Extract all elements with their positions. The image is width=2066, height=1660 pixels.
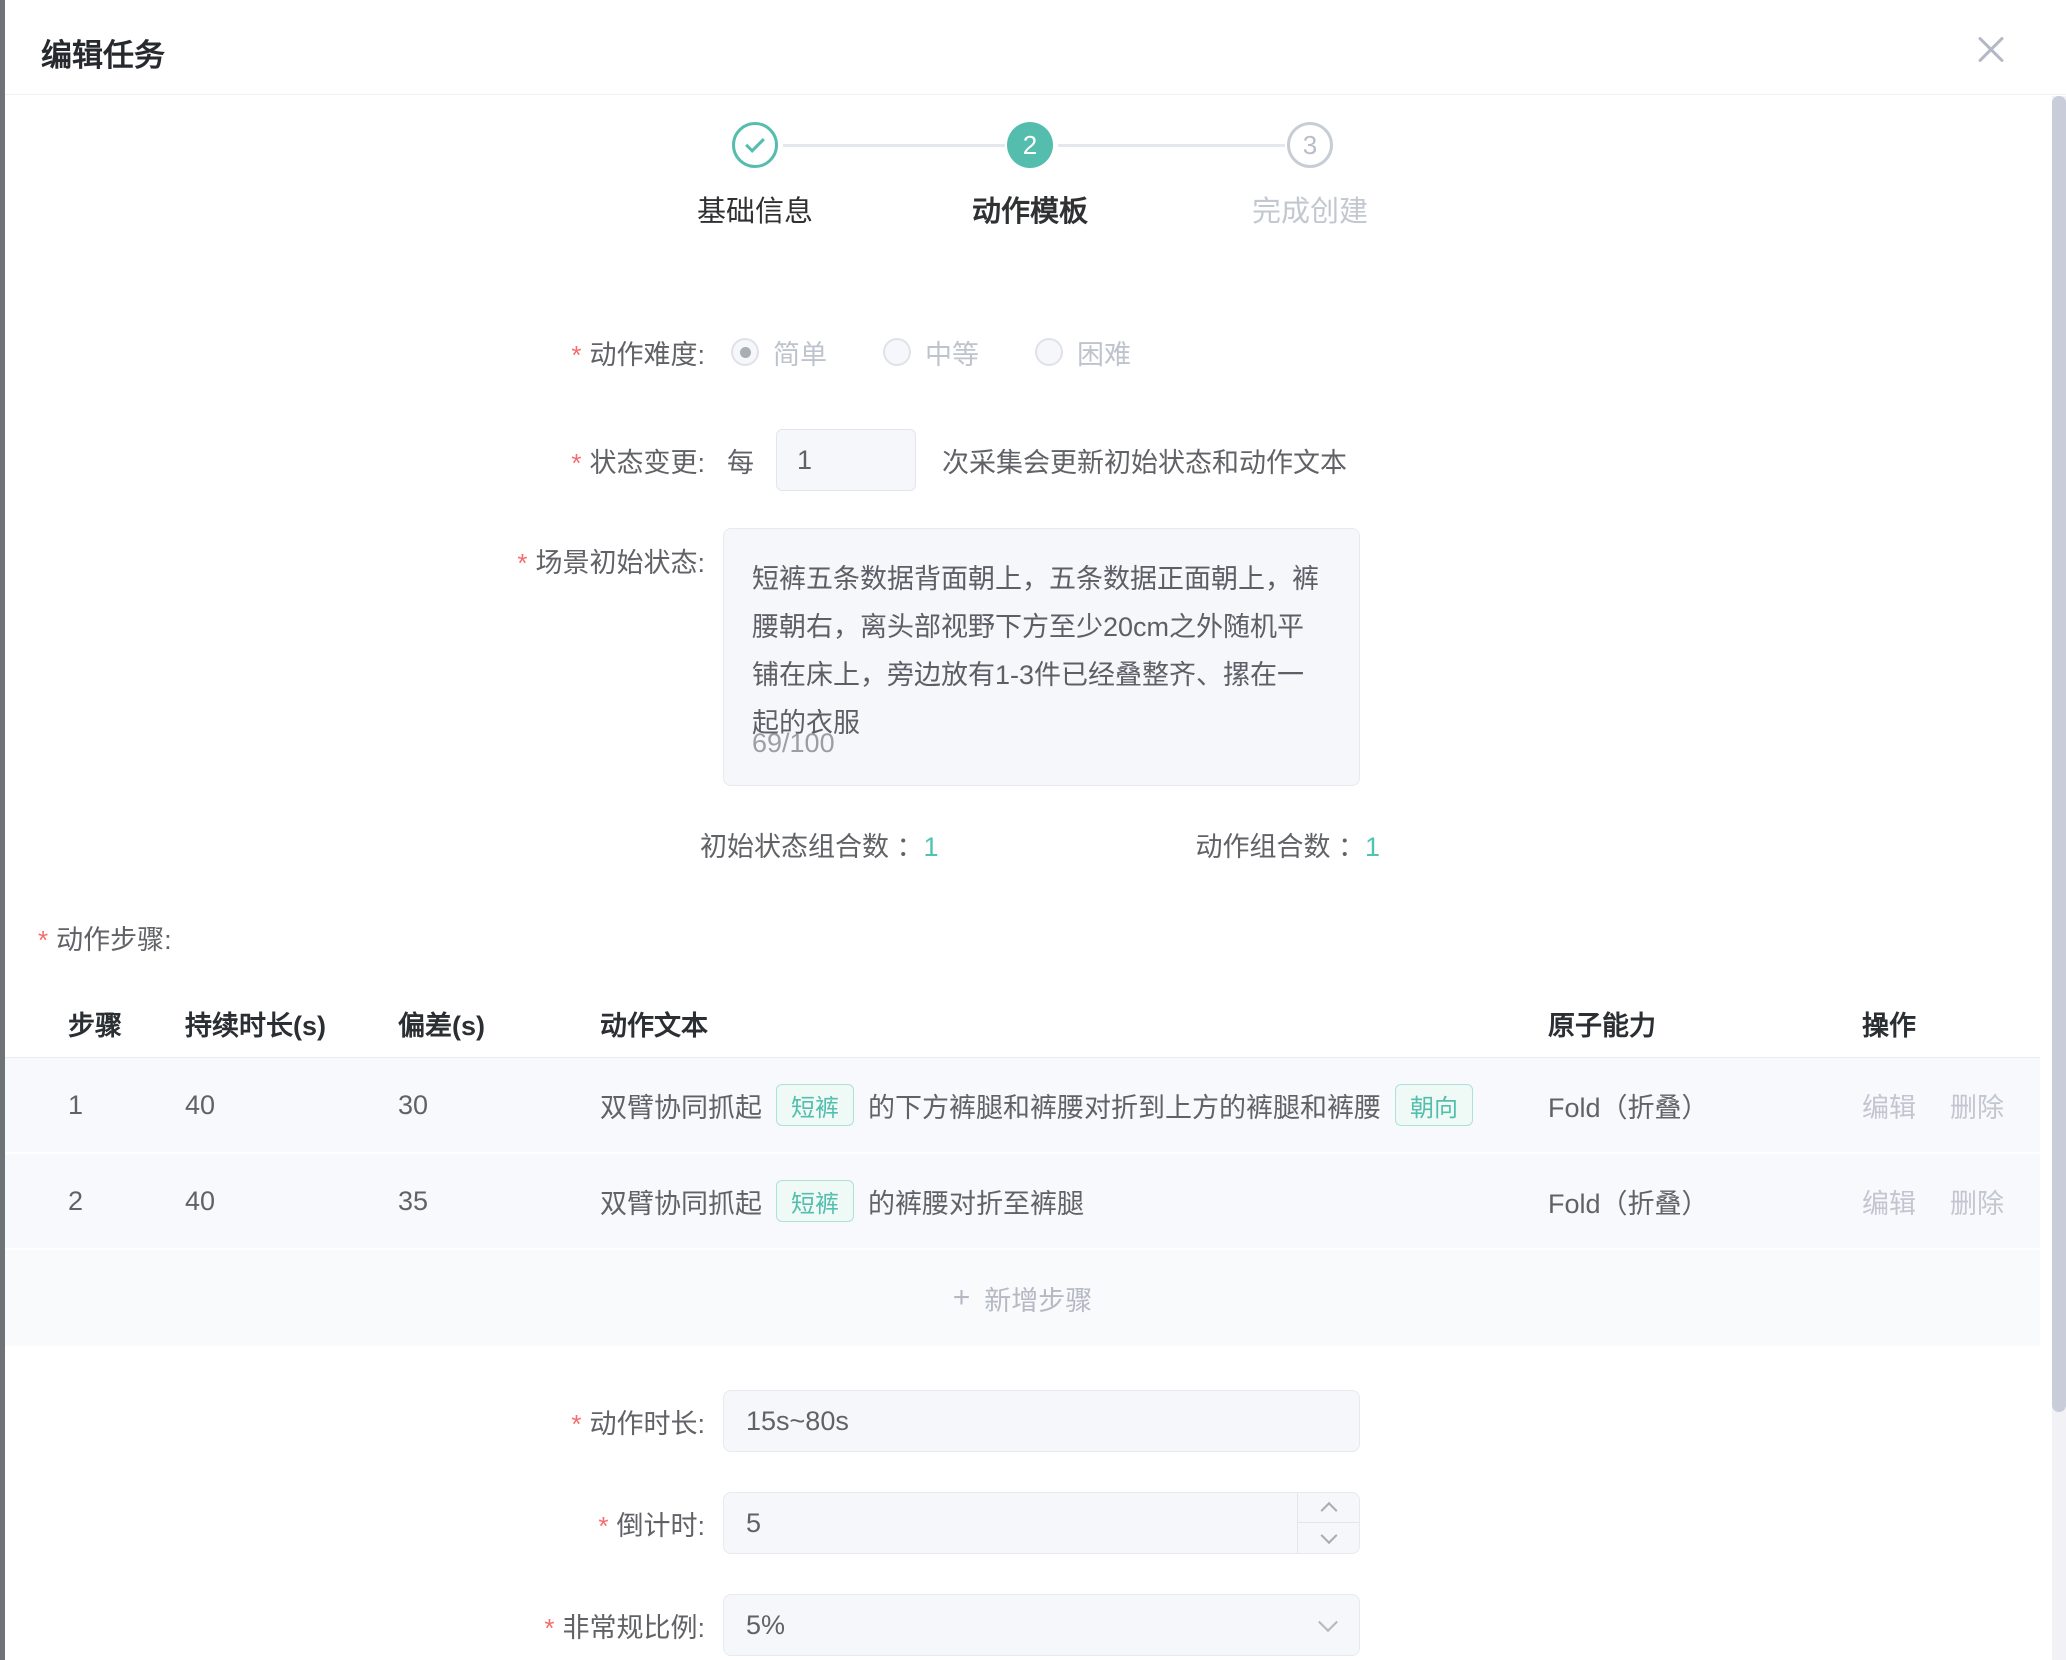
step1-label: 基础信息 [625, 188, 885, 230]
action-combo-value: 1 [1365, 832, 1380, 862]
number-spinner [1297, 1493, 1359, 1553]
dialog-title: 编辑任务 [41, 30, 165, 75]
scrollbar-thumb[interactable] [2052, 96, 2066, 1412]
col-step: 步骤 [68, 990, 122, 1057]
action-text-fragment: 的裤腰对折至裤腿 [868, 1182, 1084, 1221]
chevron-up-icon [1320, 1501, 1337, 1518]
action-steps-section-label: *动作步骤: [38, 918, 172, 957]
table-row: 24035双臂协同抓起短裤的裤腰对折至裤腿Fold（折叠）编辑删除 [5, 1154, 2040, 1250]
spinner-down-button[interactable] [1298, 1523, 1359, 1553]
close-icon[interactable] [1974, 32, 2008, 66]
col-ability: 原子能力 [1548, 990, 1656, 1057]
col-text: 动作文本 [600, 990, 1600, 1057]
cell-action-text: 双臂协同抓起短裤的裤腰对折至裤腿 [600, 1154, 1600, 1248]
radio-difficulty-medium[interactable]: 中等 [883, 333, 979, 372]
cell-deviation: 35 [398, 1154, 428, 1248]
action-combo-count: 动作组合数 ：1 [1195, 825, 1380, 864]
cell-action-text: 双臂协同抓起短裤的下方裤腿和裤腰对折到上方的裤腿和裤腰朝向 [600, 1058, 1600, 1152]
difficulty-label: *动作难度: [5, 333, 705, 372]
unusual-ratio-row: *非常规比例: 5% [5, 1594, 1360, 1656]
initial-state-label: *场景初始状态: [5, 541, 705, 580]
action-text-fragment: 的下方裤腿和裤腰对折到上方的裤腿和裤腰 [868, 1086, 1381, 1125]
chevron-down-icon [1320, 1527, 1337, 1544]
action-text-fragment: 双臂协同抓起 [600, 1182, 762, 1221]
initial-combo-count: 初始状态组合数 ：1 [700, 825, 939, 864]
table-rows: 14030双臂协同抓起短裤的下方裤腿和裤腰对折到上方的裤腿和裤腰朝向Fold（折… [5, 1058, 2040, 1346]
countdown-value: 5 [746, 1508, 761, 1539]
cell-deviation: 30 [398, 1058, 428, 1152]
spinner-up-button[interactable] [1298, 1493, 1359, 1523]
action-text-fragment: 双臂协同抓起 [600, 1086, 762, 1125]
radio-difficulty-easy[interactable]: 简单 [731, 333, 827, 372]
add-step-label: 新增步骤 [984, 1279, 1092, 1318]
col-ops: 操作 [1862, 990, 1916, 1057]
state-change-suffix: 次采集会更新初始状态和动作文本 [942, 441, 1347, 480]
difficulty-row: *动作难度: 简单 中等 困难 [5, 330, 1187, 374]
combo-counts-row: 初始状态组合数 ：1 动作组合数 ：1 [700, 825, 1380, 864]
radio-label: 中等 [925, 333, 979, 372]
step2-circle: 2 [1007, 122, 1053, 168]
radio-circle-icon [883, 338, 911, 366]
step3-number: 3 [1303, 130, 1317, 161]
countdown-row: *倒计时: 5 [5, 1492, 1360, 1554]
step1-circle [732, 122, 778, 168]
cell-duration: 40 [185, 1154, 215, 1248]
delete-link[interactable]: 删除 [1950, 1086, 2004, 1125]
step2-number: 2 [1023, 130, 1037, 161]
radio-circle-icon [1035, 338, 1063, 366]
radio-label: 困难 [1077, 333, 1131, 372]
table-row: 14030双臂协同抓起短裤的下方裤腿和裤腰对折到上方的裤腿和裤腰朝向Fold（折… [5, 1058, 2040, 1154]
radio-difficulty-hard[interactable]: 困难 [1035, 333, 1131, 372]
state-change-value: 1 [797, 445, 812, 476]
cell-duration: 40 [185, 1058, 215, 1152]
countdown-input[interactable]: 5 [723, 1492, 1360, 1554]
radio-label: 简单 [773, 333, 827, 372]
duration-label: *动作时长: [5, 1402, 705, 1441]
step3-circle: 3 [1287, 122, 1333, 168]
state-change-label: *状态变更: [5, 441, 705, 480]
object-tag: 短裤 [776, 1180, 854, 1222]
unusual-ratio-value: 5% [746, 1610, 785, 1641]
cell-step: 2 [68, 1154, 83, 1248]
object-tag: 短裤 [776, 1084, 854, 1126]
cell-ability: Fold（折叠） [1548, 1154, 1709, 1248]
state-change-prefix: 每 [727, 441, 754, 480]
cell-ability: Fold（折叠） [1548, 1058, 1709, 1152]
countdown-label: *倒计时: [5, 1504, 705, 1543]
duration-value: 15s~80s [746, 1406, 849, 1437]
step3-label: 完成创建 [1180, 188, 1440, 230]
unusual-ratio-label: *非常规比例: [5, 1606, 705, 1645]
object-tag: 朝向 [1395, 1084, 1473, 1126]
table-header: 步骤 持续时长(s) 偏差(s) 动作文本 原子能力 操作 [5, 990, 2040, 1058]
unusual-ratio-select[interactable]: 5% [723, 1594, 1360, 1656]
delete-link[interactable]: 删除 [1950, 1182, 2004, 1221]
duration-row: *动作时长: 15s~80s [5, 1390, 1360, 1452]
edit-link[interactable]: 编辑 [1862, 1086, 1916, 1125]
cell-step: 1 [68, 1058, 83, 1152]
edit-link[interactable]: 编辑 [1862, 1182, 1916, 1221]
initial-combo-value: 1 [924, 832, 939, 862]
col-duration: 持续时长(s) [185, 990, 326, 1057]
char-counter: 69/100 [752, 719, 835, 767]
check-icon [745, 133, 765, 153]
step2-label: 动作模板 [900, 188, 1160, 230]
cell-actions: 编辑删除 [1862, 1058, 2038, 1152]
initial-state-textarea[interactable]: 短裤五条数据背面朝上，五条数据正面朝上，裤腰朝右，离头部视野下方至少20cm之外… [723, 528, 1360, 786]
initial-state-value: 短裤五条数据背面朝上，五条数据正面朝上，裤腰朝右，离头部视野下方至少20cm之外… [752, 564, 1319, 738]
col-deviation: 偏差(s) [398, 990, 485, 1057]
initial-state-label-row: *场景初始状态: [5, 540, 705, 580]
stepper-line-2 [1058, 144, 1285, 147]
chevron-down-icon [1318, 1612, 1338, 1632]
state-change-row: *状态变更: 每 1 次采集会更新初始状态和动作文本 [5, 428, 1347, 492]
state-change-input[interactable]: 1 [776, 429, 916, 491]
edit-task-dialog: 编辑任务 2 3 基础信息 动作模板 完成创建 *动作难度: 简单 中等 困难 [0, 0, 2066, 1660]
cell-actions: 编辑删除 [1862, 1154, 2038, 1248]
radio-dot-icon [731, 338, 759, 366]
dialog-header: 编辑任务 [5, 0, 2066, 95]
stepper-line-1 [783, 144, 1005, 147]
add-step-button[interactable]: + 新增步骤 [5, 1250, 2040, 1346]
duration-input[interactable]: 15s~80s [723, 1390, 1360, 1452]
plus-icon: + [953, 1281, 971, 1315]
